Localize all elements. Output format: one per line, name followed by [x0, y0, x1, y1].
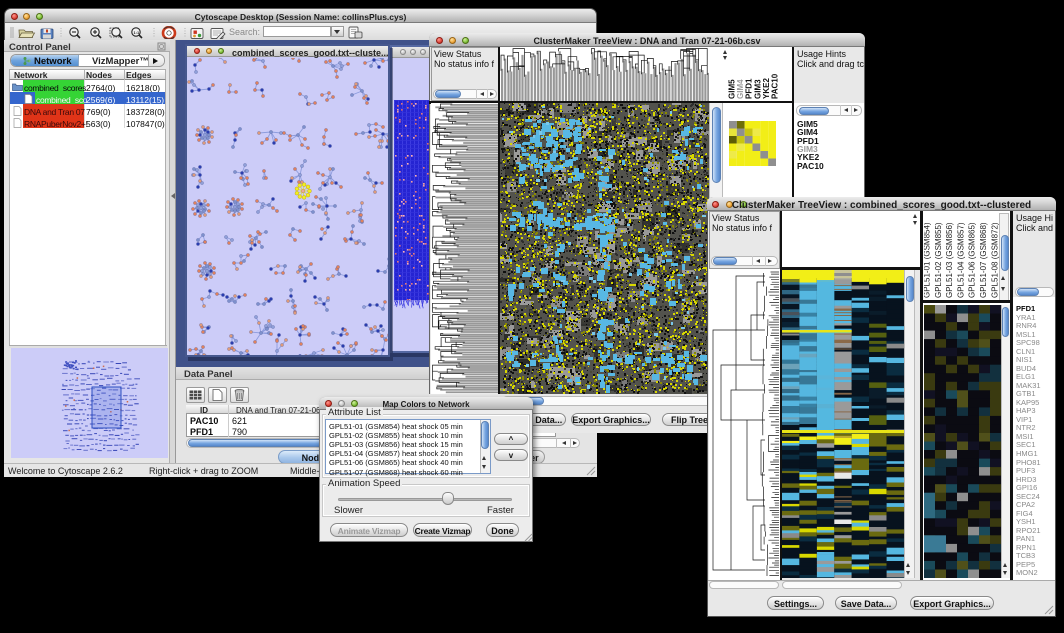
svg-text:1:1: 1:1 [134, 30, 141, 35]
svg-text:GPL51-04 (GSM857): GPL51-04 (GSM857) [956, 222, 965, 298]
svg-text:GPL51-07 (GSM868): GPL51-07 (GSM868) [979, 222, 988, 298]
svg-text:GPL51-01 (GSM854): GPL51-01 (GSM854) [924, 222, 932, 298]
svg-text:GPL51-03 (GSM856): GPL51-03 (GSM856) [945, 222, 954, 298]
svg-text:GPL51-06 (GSM865): GPL51-06 (GSM865) [968, 222, 977, 298]
svg-text:GPL51-02 (GSM855): GPL51-02 (GSM855) [934, 222, 943, 298]
svg-text:GPL51-08 (GSM872): GPL51-08 (GSM872) [990, 222, 999, 298]
svg-text:PAC10: PAC10 [771, 73, 780, 99]
